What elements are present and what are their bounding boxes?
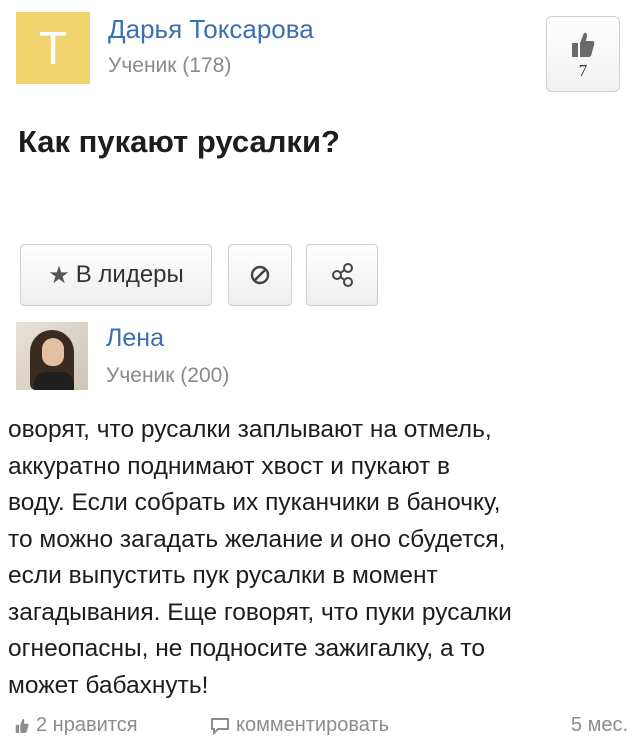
answer-text: оворят, что русалки заплывают на отмель,…	[8, 416, 512, 699]
answerer-avatar[interactable]	[16, 322, 88, 390]
answer-age: 5 мес.	[570, 714, 628, 736]
comment-button[interactable]: комментировать	[210, 714, 389, 737]
comment-label: комментировать	[236, 714, 390, 736]
question-title: Как пукают русалки?	[18, 124, 340, 159]
question-page: T Дарья Токсарова Ученик (178) 7 Как пук…	[0, 0, 640, 753]
share-button[interactable]	[306, 244, 378, 306]
asker-avatar[interactable]: T	[16, 12, 90, 84]
question-like-count: 7	[578, 61, 588, 80]
avatar-photo-face	[42, 338, 64, 366]
block-button[interactable]	[228, 244, 292, 306]
comment-icon	[211, 717, 229, 735]
thumbs-up-icon	[572, 32, 595, 57]
to-leaders-button[interactable]: ★ В лидеры	[20, 244, 212, 306]
asker-status: Ученик (178)	[108, 54, 232, 77]
answer-like-button[interactable]: 2 нравится	[14, 714, 138, 737]
star-icon: ★	[48, 261, 70, 289]
to-leaders-label: В лидеры	[75, 261, 184, 288]
share-icon	[332, 263, 353, 287]
answerer-status: Ученик (200)	[106, 364, 230, 387]
answerer-name-link[interactable]: Лена	[106, 324, 164, 353]
avatar-photo-body	[34, 372, 74, 390]
block-icon	[250, 265, 270, 285]
asker-name-link[interactable]: Дарья Токсарова	[108, 14, 314, 45]
answer-footer: 2 нравится комментировать 5 мес.	[14, 714, 628, 744]
question-like-button[interactable]: 7	[546, 16, 620, 92]
thumbs-up-icon	[15, 718, 29, 733]
answer-likes-label: 2 нравится	[36, 714, 138, 736]
